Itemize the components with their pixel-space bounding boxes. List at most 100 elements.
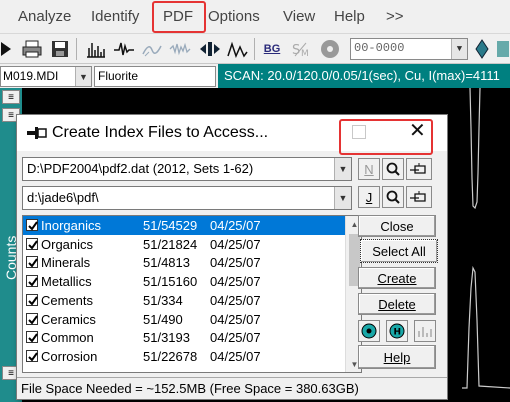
subfile-date: 04/25/07 [210, 348, 261, 364]
smooth-icon[interactable] [140, 37, 164, 61]
subfile-name: Metallics [41, 274, 92, 290]
subfile-sets: 51/21824 [143, 236, 198, 252]
angle-value: 00-0000 [354, 41, 405, 55]
list-item[interactable]: Ceramics 51/490 04/25/07 [23, 310, 345, 329]
subfile-date: 04/25/07 [210, 292, 261, 308]
index-folder-combo[interactable]: d:\jade6\pdf\ ▼ [22, 186, 352, 210]
list-item[interactable]: Cements 51/334 04/25/07 [23, 291, 345, 310]
noise-icon[interactable] [168, 37, 192, 61]
chevron-down-icon[interactable]: ▼ [451, 39, 467, 59]
svg-text:H: H [394, 328, 402, 338]
subfile-name: Inorganics [41, 218, 101, 233]
menu-options[interactable]: Options [208, 8, 260, 25]
file-name: M019.MDI [3, 69, 59, 83]
subfile-name: Minerals [41, 255, 91, 271]
subfile-date: 04/25/07 [210, 255, 261, 271]
bg-button[interactable]: BG [260, 37, 284, 61]
subfile-name: Organics [41, 236, 94, 252]
toolbar-separator [254, 38, 255, 60]
delete-button[interactable]: Delete [358, 293, 436, 315]
bar-chart-icon[interactable] [414, 320, 436, 342]
n-label: N [364, 161, 374, 177]
play-icon[interactable] [0, 37, 18, 61]
subfile-sets: 51/54529 [143, 218, 198, 233]
checkbox[interactable] [26, 312, 38, 325]
search-icon[interactable] [382, 158, 404, 180]
j-label: J [365, 189, 373, 205]
drop-icon[interactable] [494, 37, 510, 61]
pdf-menu-highlight [152, 1, 206, 33]
checkbox[interactable] [26, 293, 38, 306]
search-icon[interactable] [382, 186, 404, 208]
menu-help[interactable]: Help [334, 8, 365, 25]
menu-view[interactable]: View [283, 8, 315, 25]
select-all-highlight [339, 119, 433, 155]
subfile-sets: 51/3193 [143, 330, 190, 346]
menu-identify[interactable]: Identify [91, 8, 139, 25]
peak-icon[interactable] [112, 37, 136, 61]
pointing-hand-icon[interactable] [406, 158, 432, 180]
subfile-list[interactable]: Inorganics 51/54529 04/25/07 Organics 51… [22, 215, 362, 373]
status-bar: File Space Needed = ~152.5MB (Free Space… [17, 377, 447, 399]
subfile-sets: 51/334 [143, 292, 183, 308]
help-label: Help [383, 349, 411, 365]
index-path: d:\jade6\pdf\ [27, 190, 99, 205]
strip-icon[interactable]: SM [288, 37, 312, 61]
subfile-sets: 51/490 [143, 311, 183, 327]
menu-more[interactable]: >> [386, 8, 404, 25]
subfile-name: Cements [41, 292, 94, 308]
list-item[interactable]: Metallics 51/15160 04/25/07 [23, 272, 345, 291]
phase-name: Fluorite [98, 69, 139, 83]
angle-combo[interactable]: 00-0000 ▼ [350, 38, 468, 60]
histogram-icon[interactable] [84, 37, 108, 61]
subfile-name: Ceramics [41, 311, 96, 327]
close-button[interactable]: Close [358, 215, 436, 237]
list-item[interactable]: Common 51/3193 04/25/07 [23, 328, 345, 347]
subfile-date: 04/25/07 [210, 236, 261, 252]
checkbox[interactable] [26, 256, 38, 269]
checkbox[interactable] [26, 219, 38, 231]
save-icon[interactable] [48, 37, 72, 61]
panel-toggle-button[interactable]: ≡ [2, 90, 20, 104]
add-circle-icon[interactable] [358, 320, 380, 342]
peaks-icon[interactable] [226, 37, 250, 61]
tag-icon[interactable] [470, 37, 494, 61]
subfile-date: 04/25/07 [210, 311, 261, 327]
file-combo[interactable]: M019.MDI ▼ [0, 66, 92, 87]
checkbox[interactable] [26, 331, 38, 344]
toolbar: BG SM 00-0000 ▼ [0, 34, 510, 64]
list-item[interactable]: Minerals 51/4813 04/25/07 [23, 253, 345, 272]
select-all-button[interactable]: Select All [360, 239, 438, 263]
menu-bar: Analyze Identify PDF Options View Help >… [0, 0, 510, 34]
pdf-database-combo[interactable]: D:\PDF2004\pdf2.dat (2012, Sets 1-62) ▼ [22, 157, 352, 181]
toolbar-separator [76, 38, 77, 60]
phase-field[interactable]: Fluorite [94, 66, 216, 87]
subfile-sets: 51/15160 [143, 274, 198, 290]
merge-circle-icon[interactable]: H [386, 320, 408, 342]
pdf-path: D:\PDF2004\pdf2.dat (2012, Sets 1-62) [27, 161, 254, 176]
checkbox[interactable] [26, 275, 38, 288]
create-button[interactable]: Create [358, 267, 436, 289]
subfile-date: 04/25/07 [210, 330, 261, 346]
list-item[interactable]: Organics 51/21824 04/25/07 [23, 235, 345, 254]
new-db-button[interactable]: N [358, 158, 380, 180]
list-item[interactable]: Inorganics 51/54529 04/25/07 [23, 216, 345, 235]
chevron-down-icon[interactable]: ▼ [334, 187, 351, 209]
arrows-icon[interactable] [198, 37, 222, 61]
menu-analyze[interactable]: Analyze [18, 8, 71, 25]
chevron-down-icon[interactable]: ▼ [75, 67, 91, 86]
delete-label: Delete [378, 296, 416, 312]
dialog-title: Create Index Files to Access... [52, 124, 269, 141]
subfile-name: Common [41, 330, 94, 346]
create-label: Create [377, 270, 417, 286]
checkbox[interactable] [26, 237, 38, 250]
list-item[interactable]: Corrosion 51/22678 04/25/07 [23, 347, 345, 366]
subfile-name: Corrosion [41, 348, 98, 364]
checkbox[interactable] [26, 349, 38, 362]
jade-db-button[interactable]: J [358, 186, 380, 208]
pointing-hand-icon[interactable] [406, 186, 432, 208]
chevron-down-icon[interactable]: ▼ [334, 158, 351, 180]
printer-icon[interactable] [20, 37, 44, 61]
help-button[interactable]: Help [358, 345, 436, 369]
disc-icon[interactable] [318, 37, 342, 61]
